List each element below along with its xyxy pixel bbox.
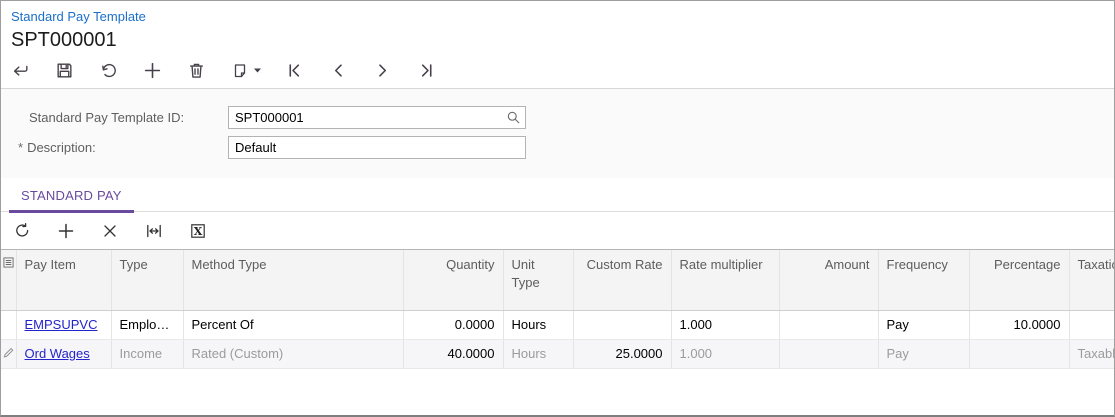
col-unit-type[interactable]: Unit Type bbox=[503, 250, 573, 310]
row-1-gutter[interactable] bbox=[1, 310, 16, 339]
col-pay-item[interactable]: Pay Item bbox=[16, 250, 111, 310]
cell-custom-rate[interactable] bbox=[573, 310, 671, 339]
cell-type[interactable]: Income bbox=[111, 339, 183, 368]
cell-taxation[interactable] bbox=[1069, 310, 1115, 339]
cell-unit-type[interactable]: Hours bbox=[503, 339, 573, 368]
cell-custom-rate[interactable]: 25.0000 bbox=[573, 339, 671, 368]
trash-icon bbox=[187, 61, 206, 80]
col-method-type[interactable]: Method Type bbox=[183, 250, 403, 310]
undo-button[interactable] bbox=[99, 61, 118, 80]
grid-row-1[interactable]: EMPSUPVC Emplo… Percent Of 0.0000 Hours … bbox=[1, 310, 1115, 339]
main-toolbar bbox=[11, 61, 1114, 80]
cell-percentage[interactable] bbox=[969, 339, 1069, 368]
delete-record-button[interactable] bbox=[187, 61, 206, 80]
col-type[interactable]: Type bbox=[111, 250, 183, 310]
col-frequency[interactable]: Frequency bbox=[878, 250, 969, 310]
copy-paste-button[interactable] bbox=[231, 61, 263, 80]
add-record-button[interactable] bbox=[143, 61, 162, 80]
description-label: *Description: bbox=[1, 140, 228, 155]
cell-amount[interactable] bbox=[779, 310, 878, 339]
excel-icon: X bbox=[189, 222, 207, 240]
last-record-icon bbox=[417, 61, 436, 80]
record-id: SPT000001 bbox=[11, 29, 1114, 52]
pay-item-link[interactable]: Ord Wages bbox=[25, 346, 90, 361]
grid-row-2[interactable]: Ord Wages Income Rated (Custom) 40.0000 … bbox=[1, 339, 1115, 368]
record-header: Standard Pay Template SPT000001 bbox=[1, 1, 1114, 89]
tab-bar: STANDARD PAY bbox=[1, 178, 1114, 212]
cell-rate-multiplier[interactable]: 1.000 bbox=[671, 310, 779, 339]
undo-icon bbox=[99, 61, 118, 80]
fit-to-screen-button[interactable] bbox=[145, 222, 163, 240]
col-custom-rate[interactable]: Custom Rate bbox=[573, 250, 671, 310]
cell-method-type[interactable]: Rated (Custom) bbox=[183, 339, 403, 368]
previous-record-button[interactable] bbox=[329, 61, 348, 80]
clipboard-icon bbox=[231, 61, 263, 80]
lookup-icon[interactable] bbox=[506, 110, 521, 130]
cell-unit-type[interactable]: Hours bbox=[503, 310, 573, 339]
cell-frequency[interactable]: Pay bbox=[878, 310, 969, 339]
fit-to-screen-icon bbox=[145, 222, 163, 240]
col-percentage[interactable]: Percentage bbox=[969, 250, 1069, 310]
cell-frequency[interactable]: Pay bbox=[878, 339, 969, 368]
first-record-button[interactable] bbox=[285, 61, 304, 80]
save-button[interactable] bbox=[55, 61, 74, 80]
template-id-input[interactable] bbox=[228, 106, 526, 129]
cell-amount[interactable] bbox=[779, 339, 878, 368]
grid-settings-icon bbox=[3, 257, 14, 268]
export-to-excel-button[interactable]: X bbox=[189, 222, 207, 240]
plus-icon bbox=[57, 222, 75, 240]
col-quantity[interactable]: Quantity bbox=[403, 250, 503, 310]
tab-standard-pay[interactable]: STANDARD PAY bbox=[9, 178, 134, 212]
pay-item-link[interactable]: EMPSUPVC bbox=[25, 317, 98, 332]
next-record-icon bbox=[373, 61, 392, 80]
delete-row-button[interactable] bbox=[101, 222, 119, 240]
svg-text:X: X bbox=[194, 225, 203, 238]
col-rate-multiplier[interactable]: Rate multiplier bbox=[671, 250, 779, 310]
grid-empty-area bbox=[1, 369, 1114, 415]
previous-record-icon bbox=[329, 61, 348, 80]
cell-rate-multiplier[interactable]: 1.000 bbox=[671, 339, 779, 368]
summary-form: Standard Pay Template ID: *Description: bbox=[1, 89, 1114, 178]
x-icon bbox=[101, 222, 119, 240]
col-taxation[interactable]: Taxation bbox=[1069, 250, 1115, 310]
cell-quantity[interactable]: 40.0000 bbox=[403, 339, 503, 368]
save-icon bbox=[55, 61, 74, 80]
standard-pay-template-window: Standard Pay Template SPT000001 bbox=[0, 0, 1115, 417]
grid-toolbar: X bbox=[1, 212, 1114, 249]
row-2-gutter[interactable] bbox=[1, 339, 16, 368]
screen-title-link[interactable]: Standard Pay Template bbox=[11, 9, 146, 24]
refresh-button[interactable] bbox=[13, 222, 31, 240]
row-settings-header-cell[interactable] bbox=[1, 250, 16, 310]
description-input[interactable] bbox=[228, 136, 526, 159]
edit-pencil-icon bbox=[3, 347, 14, 358]
col-amount[interactable]: Amount bbox=[779, 250, 878, 310]
grid-header-row: Pay Item Type Method Type Quantity Unit … bbox=[1, 250, 1115, 310]
refresh-icon bbox=[13, 222, 31, 240]
first-record-icon bbox=[285, 61, 304, 80]
cell-type[interactable]: Emplo… bbox=[111, 310, 183, 339]
back-arrow-icon bbox=[11, 61, 30, 80]
next-record-button[interactable] bbox=[373, 61, 392, 80]
last-record-button[interactable] bbox=[417, 61, 436, 80]
required-marker: * bbox=[18, 140, 23, 155]
cell-quantity[interactable]: 0.0000 bbox=[403, 310, 503, 339]
back-button[interactable] bbox=[11, 61, 30, 80]
cell-percentage[interactable]: 10.0000 bbox=[969, 310, 1069, 339]
standard-pay-grid: Pay Item Type Method Type Quantity Unit … bbox=[1, 249, 1115, 369]
template-id-label: Standard Pay Template ID: bbox=[1, 110, 228, 125]
add-row-button[interactable] bbox=[57, 222, 75, 240]
cell-method-type[interactable]: Percent Of bbox=[183, 310, 403, 339]
dropdown-caret-icon bbox=[254, 69, 261, 73]
plus-icon bbox=[143, 61, 162, 80]
cell-taxation[interactable]: Taxable bbox=[1069, 339, 1115, 368]
